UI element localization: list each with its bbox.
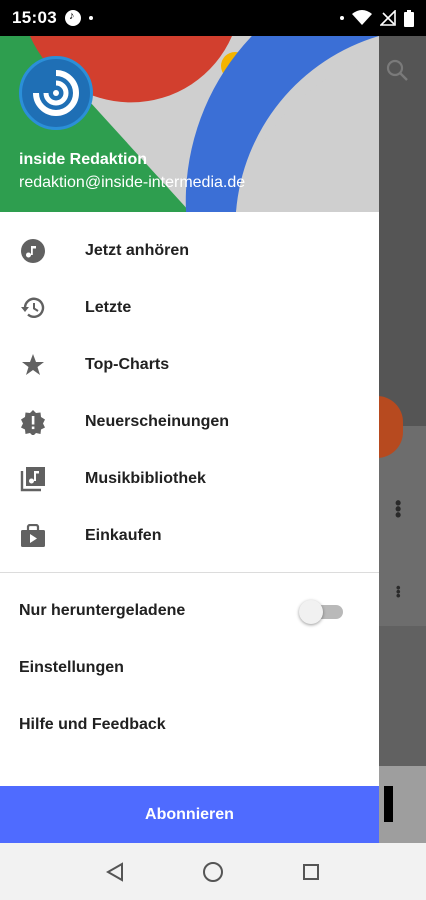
avatar[interactable] xyxy=(19,56,93,130)
star-icon xyxy=(20,352,46,378)
menu-item-recent[interactable]: Letzte xyxy=(0,279,379,336)
downloaded-only-label: Nur heruntergeladene xyxy=(19,601,186,619)
shop-icon xyxy=(20,523,46,549)
toggle-thumb xyxy=(299,599,323,624)
music-library-icon xyxy=(20,466,46,492)
navigation-drawer: inside Redaktion redaktion@inside-interm… xyxy=(0,36,379,843)
status-time: 15:03 xyxy=(12,8,57,27)
downloaded-only-row[interactable]: Nur heruntergeladene xyxy=(0,582,379,639)
recent-apps-icon[interactable] xyxy=(302,863,320,881)
drawer-menu: Jetzt anhören Letzte Top-Charts Neuersch… xyxy=(0,212,379,564)
background-top xyxy=(379,36,426,426)
settings-section: Nur heruntergeladene Einstellungen Hilfe… xyxy=(0,573,379,753)
new-releases-icon xyxy=(20,409,46,435)
drawer-header: inside Redaktion redaktion@inside-interm… xyxy=(0,36,379,212)
menu-item-top-charts[interactable]: Top-Charts xyxy=(0,336,379,393)
battery-icon xyxy=(404,9,414,27)
account-logo-icon xyxy=(33,70,79,116)
menu-item-new-releases[interactable]: Neuerscheinungen xyxy=(0,393,379,450)
menu-item-label: Neuerscheinungen xyxy=(85,412,230,430)
menu-item-label: Einkaufen xyxy=(85,526,162,544)
status-bar: 15:03 xyxy=(0,0,426,36)
history-icon xyxy=(20,295,46,321)
settings-label: Einstellungen xyxy=(19,658,124,676)
help-feedback-label: Hilfe und Feedback xyxy=(19,715,166,733)
more-options-icon: • • • xyxy=(395,493,402,525)
menu-item-music-library[interactable]: Musikbibliothek xyxy=(0,450,379,507)
search-icon xyxy=(386,59,408,81)
back-icon[interactable] xyxy=(106,861,124,882)
settings-link[interactable]: Einstellungen xyxy=(0,639,379,696)
menu-item-label: Musikbibliothek xyxy=(85,469,206,487)
subscribe-label: Abonnieren xyxy=(145,805,234,823)
menu-item-listen-now[interactable]: Jetzt anhören xyxy=(0,222,379,279)
account-name: inside Redaktion xyxy=(19,151,148,168)
music-note-icon xyxy=(20,238,46,264)
wifi-icon xyxy=(352,10,372,25)
background-app: • • • • • • xyxy=(377,36,426,843)
help-feedback-link[interactable]: Hilfe und Feedback xyxy=(0,696,379,753)
notification-dot-icon xyxy=(88,16,93,20)
home-icon[interactable] xyxy=(202,861,224,883)
dot-icon xyxy=(340,16,344,20)
signal-icon xyxy=(380,10,396,26)
menu-item-label: Top-Charts xyxy=(85,355,170,373)
menu-item-label: Letzte xyxy=(85,298,132,316)
pause-icon xyxy=(384,786,393,822)
account-email: redaktion@inside-intermedia.de xyxy=(19,174,246,191)
system-navigation-bar xyxy=(0,843,426,900)
music-notification-icon xyxy=(64,10,81,26)
downloaded-only-toggle[interactable] xyxy=(299,599,347,624)
more-options-icon: • • • xyxy=(396,580,401,603)
subscribe-button[interactable]: Abonnieren xyxy=(0,786,379,843)
menu-item-label: Jetzt anhören xyxy=(85,241,190,259)
menu-item-shop[interactable]: Einkaufen xyxy=(0,507,379,564)
